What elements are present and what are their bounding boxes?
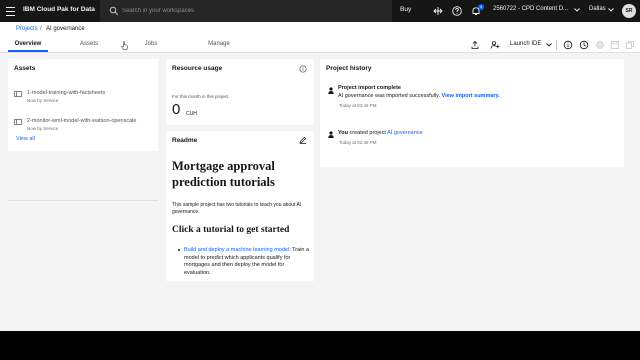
launch-ide-menu[interactable]: Launch IDE — [510, 41, 541, 47]
notebook-icon — [14, 91, 22, 97]
usage-caption: For this month in this project — [172, 94, 229, 99]
resource-usage-tile: Resource usage For this month in this pr… — [166, 59, 314, 125]
breadcrumb-projects-link[interactable]: Projects — [16, 26, 38, 32]
info-icon[interactable] — [299, 65, 307, 73]
split-arrows-icon[interactable] — [432, 5, 444, 17]
resource-usage-title: Resource usage — [172, 65, 223, 72]
history-entry-time: Today at 02:46 PM — [339, 103, 377, 108]
history-entry-title: Project import complete — [338, 85, 401, 91]
assets-divider — [8, 200, 158, 201]
buy-button[interactable]: Buy — [400, 6, 411, 13]
readme-heading: Mortgage approval prediction tutorials — [172, 159, 275, 189]
tab-jobs[interactable]: Jobs — [136, 38, 166, 52]
global-search[interactable] — [100, 0, 392, 22]
region-switcher[interactable]: Dallas — [589, 6, 606, 12]
readme-tile: Readme Mortgage approval prediction tuto… — [166, 131, 314, 281]
tab-bar: Overview Assets Jobs Manage Launch IDE — [0, 38, 640, 53]
tutorial-link[interactable]: Build and deploy a machine learning mode… — [184, 247, 289, 253]
mouse-cursor — [121, 41, 128, 51]
notification-count-badge: 4 — [478, 4, 484, 10]
asset-name[interactable]: 1-model-training-with-factsheets — [27, 90, 159, 96]
breadcrumb: Projects / AI governance — [0, 22, 640, 38]
history-icon[interactable] — [579, 40, 589, 50]
history-entry-text: You created project AI governance — [338, 130, 423, 136]
export-icon[interactable] — [470, 40, 480, 50]
help-icon[interactable] — [451, 5, 463, 17]
screen: IBM Cloud Pak for Data Buy 4 2560722 - C… — [0, 0, 640, 360]
project-link[interactable]: AI governance — [387, 130, 422, 136]
user-icon — [328, 87, 334, 94]
view-all-assets-link[interactable]: View all — [16, 136, 35, 142]
assets-title: Assets — [14, 65, 36, 72]
edit-icon[interactable] — [299, 136, 307, 144]
chevron-down-icon — [574, 8, 580, 12]
asset-name[interactable]: 2-monitor-wml-model-with-watson-openscal… — [27, 118, 159, 124]
save-icon — [611, 41, 619, 49]
view-import-summary-link[interactable]: View import summary. — [442, 93, 500, 99]
list-bullet — [178, 249, 180, 251]
readme-title: Readme — [172, 137, 198, 144]
usage-value: 0 — [172, 101, 181, 118]
breadcrumb-current: AI governance — [46, 26, 85, 32]
top-header: IBM Cloud Pak for Data Buy 4 2560722 - C… — [0, 0, 640, 22]
overview-content: Assets 1-model-training-with-factsheets … — [0, 53, 640, 331]
readme-subheading: Click a tutorial to get started — [172, 225, 290, 235]
settings-icon — [596, 41, 604, 49]
breadcrumb-separator: / — [40, 26, 42, 32]
product-name[interactable]: IBM Cloud Pak for Data — [23, 6, 95, 13]
toolbar-divider — [556, 40, 557, 50]
search-input[interactable] — [122, 5, 382, 17]
asset-item[interactable]: 2-monitor-wml-model-with-watson-openscal… — [14, 118, 154, 138]
project-history-title: Project history — [326, 65, 372, 72]
add-user-icon[interactable] — [490, 40, 500, 50]
tab-assets[interactable]: Assets — [70, 38, 108, 52]
info-icon[interactable] — [563, 40, 573, 50]
copy-icon — [626, 41, 634, 49]
readme-intro: This sample project has two tutorials to… — [172, 202, 302, 215]
account-switcher[interactable]: 2560722 - CPD Content D... — [493, 6, 568, 12]
asset-modified: Now by Service — [27, 98, 59, 103]
user-icon — [328, 131, 334, 138]
user-avatar[interactable]: SR — [622, 4, 636, 18]
search-icon — [109, 6, 119, 16]
chevron-down-icon — [546, 43, 552, 47]
tab-manage[interactable]: Manage — [200, 38, 238, 52]
history-entry-time: Today at 02:46 PM — [339, 140, 377, 145]
usage-unit: CUH — [186, 111, 197, 117]
chevron-down-icon — [608, 8, 614, 12]
asset-modified: Now by Service — [27, 126, 59, 131]
tab-overview[interactable]: Overview — [8, 38, 48, 52]
menu-icon[interactable] — [4, 4, 18, 18]
project-history-tile: Project history Project import complete … — [320, 59, 624, 167]
bottom-letterbox — [0, 331, 640, 360]
notebook-icon — [14, 119, 22, 125]
history-entry-text: AI governance was imported successfully.… — [338, 93, 500, 99]
readme-list-item: Build and deploy a machine learning mode… — [184, 247, 310, 277]
asset-item[interactable]: 1-model-training-with-factsheets Now by … — [14, 90, 154, 110]
